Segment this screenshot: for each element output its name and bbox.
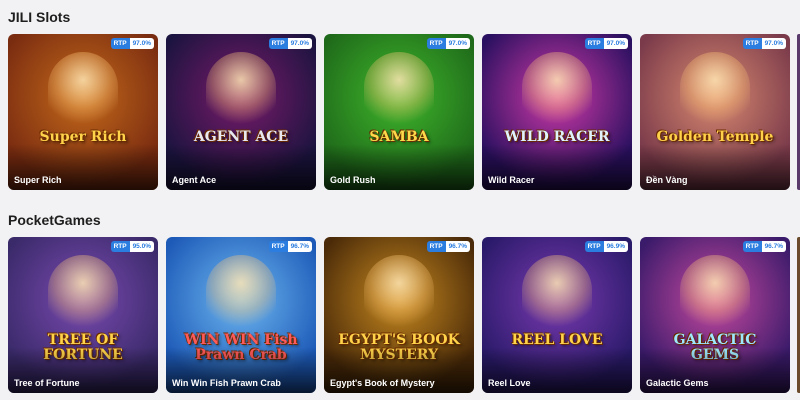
rtp-value: 97.0% — [129, 38, 154, 49]
rtp-badge: RTP 97.0% — [426, 38, 470, 49]
rtp-label: RTP — [426, 38, 446, 49]
section-pocketgames: PocketGames TREE OF FORTUNERTP95.0%Tree … — [0, 203, 800, 400]
rtp-label: RTP — [584, 241, 604, 252]
rtp-label: RTP — [742, 38, 762, 49]
game-name: Win Win Fish Prawn Crab — [172, 378, 281, 388]
rtp-value: 95.0% — [129, 241, 154, 252]
rtp-value: 97.0% — [603, 38, 628, 49]
game-artwork-figure — [206, 255, 276, 335]
game-card[interactable]: TREE OF FORTUNERTP95.0%Tree of Fortune — [8, 237, 158, 393]
game-name: Galactic Gems — [646, 378, 709, 388]
game-artwork-figure — [48, 52, 118, 132]
rtp-badge: RTP 97.0% — [584, 38, 628, 49]
rtp-badge: RTP 96.9% — [584, 241, 628, 252]
game-artwork-figure — [522, 52, 592, 132]
rtp-badge: RTP 97.0% — [110, 38, 154, 49]
rtp-label: RTP — [110, 38, 130, 49]
game-card[interactable]: WIN WIN Fish Prawn CrabRTP96.7%Win Win F… — [166, 237, 316, 393]
game-name: Gold Rush — [330, 175, 376, 185]
game-artwork-figure — [364, 255, 434, 335]
game-artwork-figure — [680, 255, 750, 335]
rtp-badge: RTP 96.7% — [742, 241, 786, 252]
game-logo: SAMBA — [369, 129, 429, 145]
game-logo: REEL LOVE — [511, 332, 603, 348]
rtp-badge: RTP 95.0% — [110, 241, 154, 252]
rtp-label: RTP — [268, 241, 288, 252]
rtp-badge: RTP 96.7% — [268, 241, 312, 252]
rtp-value: 96.7% — [761, 241, 786, 252]
rtp-label: RTP — [584, 38, 604, 49]
game-name: Super Rich — [14, 175, 62, 185]
game-name: Tree of Fortune — [14, 378, 80, 388]
rtp-badge: RTP 97.0% — [742, 38, 786, 49]
game-card[interactable]: SAMBA RTP 97.0% Gold Rush — [324, 34, 474, 190]
game-artwork-figure — [206, 52, 276, 132]
game-card[interactable]: Super Rich RTP 97.0% Super Rich — [8, 34, 158, 190]
rtp-value: 97.0% — [761, 38, 786, 49]
game-card[interactable]: Golden Temple RTP 97.0% Đền Vàng — [640, 34, 790, 190]
rtp-value: 96.7% — [445, 241, 470, 252]
rtp-label: RTP — [268, 38, 288, 49]
game-card[interactable]: WILD RACER RTP 97.0% Wild Racer — [482, 34, 632, 190]
game-logo: Golden Temple — [656, 129, 774, 145]
game-artwork-figure — [364, 52, 434, 132]
rtp-value: 97.0% — [445, 38, 470, 49]
game-card[interactable]: AGENT ACE RTP 97.0% Agent Ace — [166, 34, 316, 190]
rtp-label: RTP — [426, 241, 446, 252]
game-name: Egypt's Book of Mystery — [330, 378, 435, 388]
rtp-badge: RTP 97.0% — [268, 38, 312, 49]
game-name: Đền Vàng — [646, 175, 688, 185]
game-card[interactable]: REEL LOVE RTP 96.9% Reel Love — [482, 237, 632, 393]
rtp-label: RTP — [110, 241, 130, 252]
section-jili-slots: JILI Slots Super Rich RTP 97.0% Super Rich A… — [0, 0, 800, 200]
game-artwork-figure — [522, 255, 592, 335]
game-logo: Super Rich — [39, 129, 127, 145]
section-title: PocketGames — [8, 212, 101, 228]
game-row: Super Rich RTP 97.0% Super Rich AGENT ACE RTP… — [8, 34, 800, 190]
rtp-value: 97.0% — [287, 38, 312, 49]
game-card[interactable]: EGYPT'S BOOK MYSTERYRTP96.7%Egypt's Book… — [324, 237, 474, 393]
rtp-value: 96.9% — [603, 241, 628, 252]
section-title: JILI Slots — [8, 9, 71, 25]
game-row: TREE OF FORTUNERTP95.0%Tree of FortuneWI… — [8, 237, 800, 393]
game-card[interactable]: GALACTIC GEMSRTP96.7%Galactic Gems — [640, 237, 790, 393]
game-name: Agent Ace — [172, 175, 217, 185]
game-name: Reel Love — [488, 378, 531, 388]
rtp-value: 96.7% — [287, 241, 312, 252]
game-logo: AGENT ACE — [193, 129, 289, 145]
game-name: Wild Racer — [488, 175, 535, 185]
game-logo: WILD RACER — [504, 129, 610, 145]
rtp-label: RTP — [742, 241, 762, 252]
game-artwork-figure — [680, 52, 750, 132]
game-artwork-figure — [48, 255, 118, 335]
rtp-badge: RTP 96.7% — [426, 241, 470, 252]
